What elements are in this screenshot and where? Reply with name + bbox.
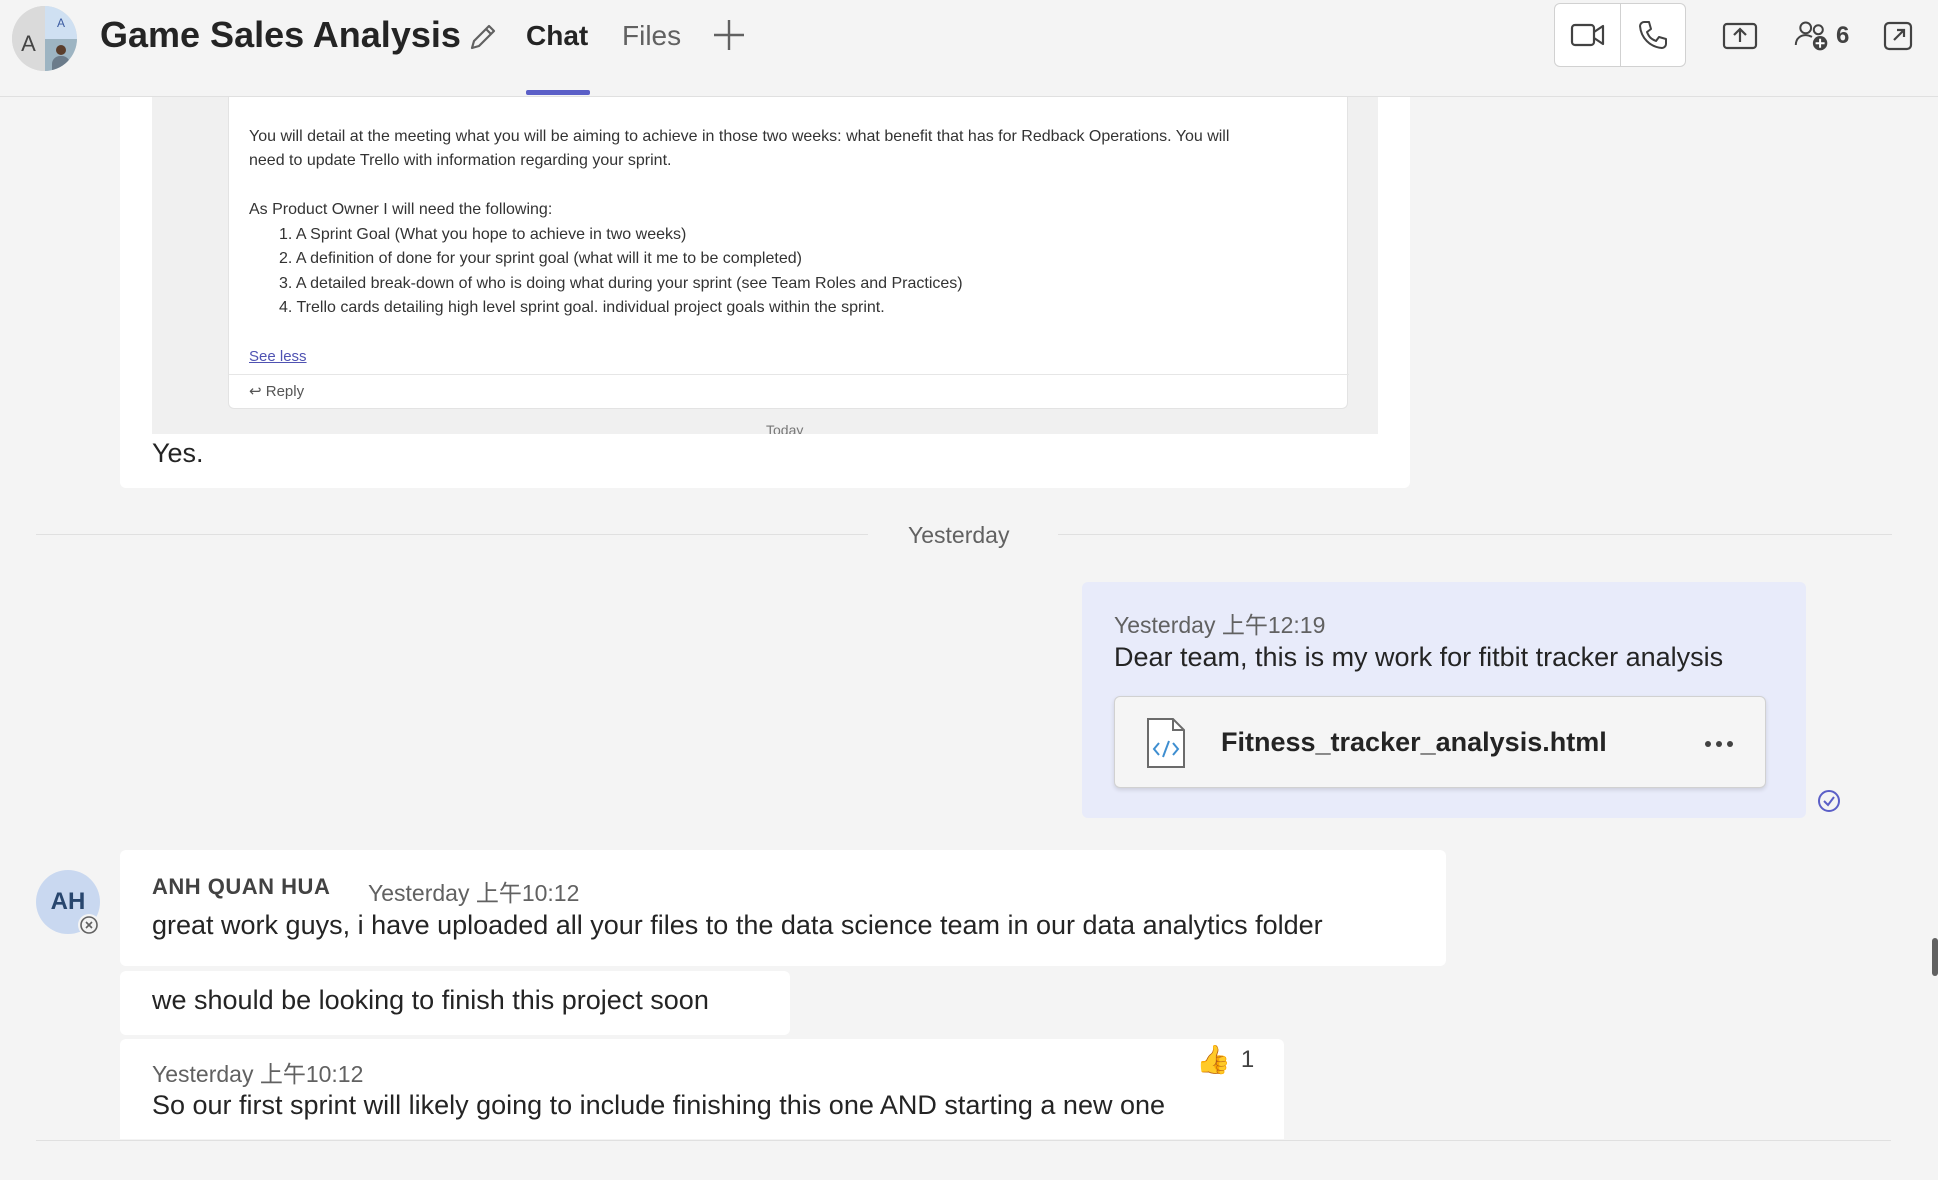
screenshot-divider [229,374,1349,375]
message-text: we should be looking to finish this proj… [152,985,709,1015]
message-timestamp: Yesterday 上午10:12 [152,1061,364,1087]
bottom-divider [36,1140,1891,1141]
date-divider-label: Yesterday [908,522,1010,548]
call-button-group [1554,3,1686,67]
reply-icon: ↩ [249,383,262,400]
reaction-count: 1 [1240,1046,1255,1073]
audio-call-button[interactable] [1620,4,1685,66]
pop-out-icon[interactable] [1880,18,1916,54]
scrollbar-thumb[interactable] [1932,938,1938,976]
screenshot-text-line: You will detail at the meeting what you … [249,128,1230,145]
avatar-letter: A [12,6,45,71]
message-text: Yes. [152,438,204,468]
reaction-like[interactable]: 👍 1 [1196,1046,1254,1074]
thumbs-up-icon: 👍 [1196,1044,1231,1075]
group-avatar[interactable]: A A [12,6,77,71]
tab-files[interactable]: Files [622,20,681,52]
participants-count[interactable]: 6 [1836,22,1849,50]
message-card[interactable]: Yesterday 上午10:12 So our first sprint wi… [120,1039,1284,1139]
file-name[interactable]: Fitness_tracker_analysis.html [1221,727,1607,758]
message-text: Dear team, this is my work for fitbit tr… [1114,642,1724,672]
message-timestamp: Yesterday 上午10:12 [368,880,580,906]
screenshot-reply: ↩ Reply [249,382,304,400]
embedded-screenshot-image[interactable]: You will detail at the meeting what you … [152,97,1378,434]
audio-call-icon [1639,21,1667,49]
date-divider-line-left [36,534,868,535]
message-timestamp: Yesterday 上午12:19 [1114,612,1326,638]
edit-icon[interactable] [466,20,500,54]
code-file-icon [1145,717,1187,769]
tab-chat[interactable]: Chat [526,20,588,52]
my-message-bubble[interactable]: Yesterday 上午12:19 Dear team, this is my … [1082,582,1806,818]
screenshot-text-line: need to update Trello with information r… [249,152,672,169]
chat-header: A A Game Sales Analysis Chat Files 6 [0,0,1938,97]
sender-name: ANH QUAN HUA [152,874,331,899]
screenshot-today-label: Today [766,422,804,434]
message-text: So our first sprint will likely going to… [152,1090,1166,1120]
video-call-icon [1570,23,1604,47]
status-offline-icon [78,914,100,936]
file-attachment[interactable]: Fitness_tracker_analysis.html [1114,696,1766,788]
more-options-icon[interactable] [1699,729,1739,759]
share-screen-icon[interactable] [1722,18,1758,54]
add-people-icon[interactable] [1794,18,1830,54]
date-divider-line-right [1058,534,1892,535]
screenshot-list-item: 4. Trello cards detailing high level spr… [279,299,885,316]
video-call-button[interactable] [1555,4,1620,66]
add-tab-icon[interactable] [710,16,748,54]
screenshot-reply-label: Reply [265,383,305,400]
screenshot-list-item: 2. A definition of done for your sprint … [279,250,802,267]
avatar-photo [45,39,77,71]
screenshot-text-line: As Product Owner I will need the followi… [249,201,553,218]
screenshot-post: You will detail at the meeting what you … [228,97,1349,409]
screenshot-see-less-link: See less [249,348,307,365]
message-text: great work guys, i have uploaded all you… [152,910,1323,940]
avatar-small-letter: A [45,6,77,39]
chat-title: Game Sales Analysis [100,14,461,55]
screenshot-list-item: 1. A Sprint Goal (What you hope to achie… [279,226,687,243]
seen-check-icon [1816,788,1842,814]
message-card[interactable]: ANH QUAN HUA Yesterday 上午10:12 great wor… [120,850,1446,966]
screenshot-list-item: 3. A detailed break-down of who is doing… [279,275,963,292]
active-tab-indicator [526,90,590,95]
message-card[interactable]: we should be looking to finish this proj… [120,971,790,1035]
